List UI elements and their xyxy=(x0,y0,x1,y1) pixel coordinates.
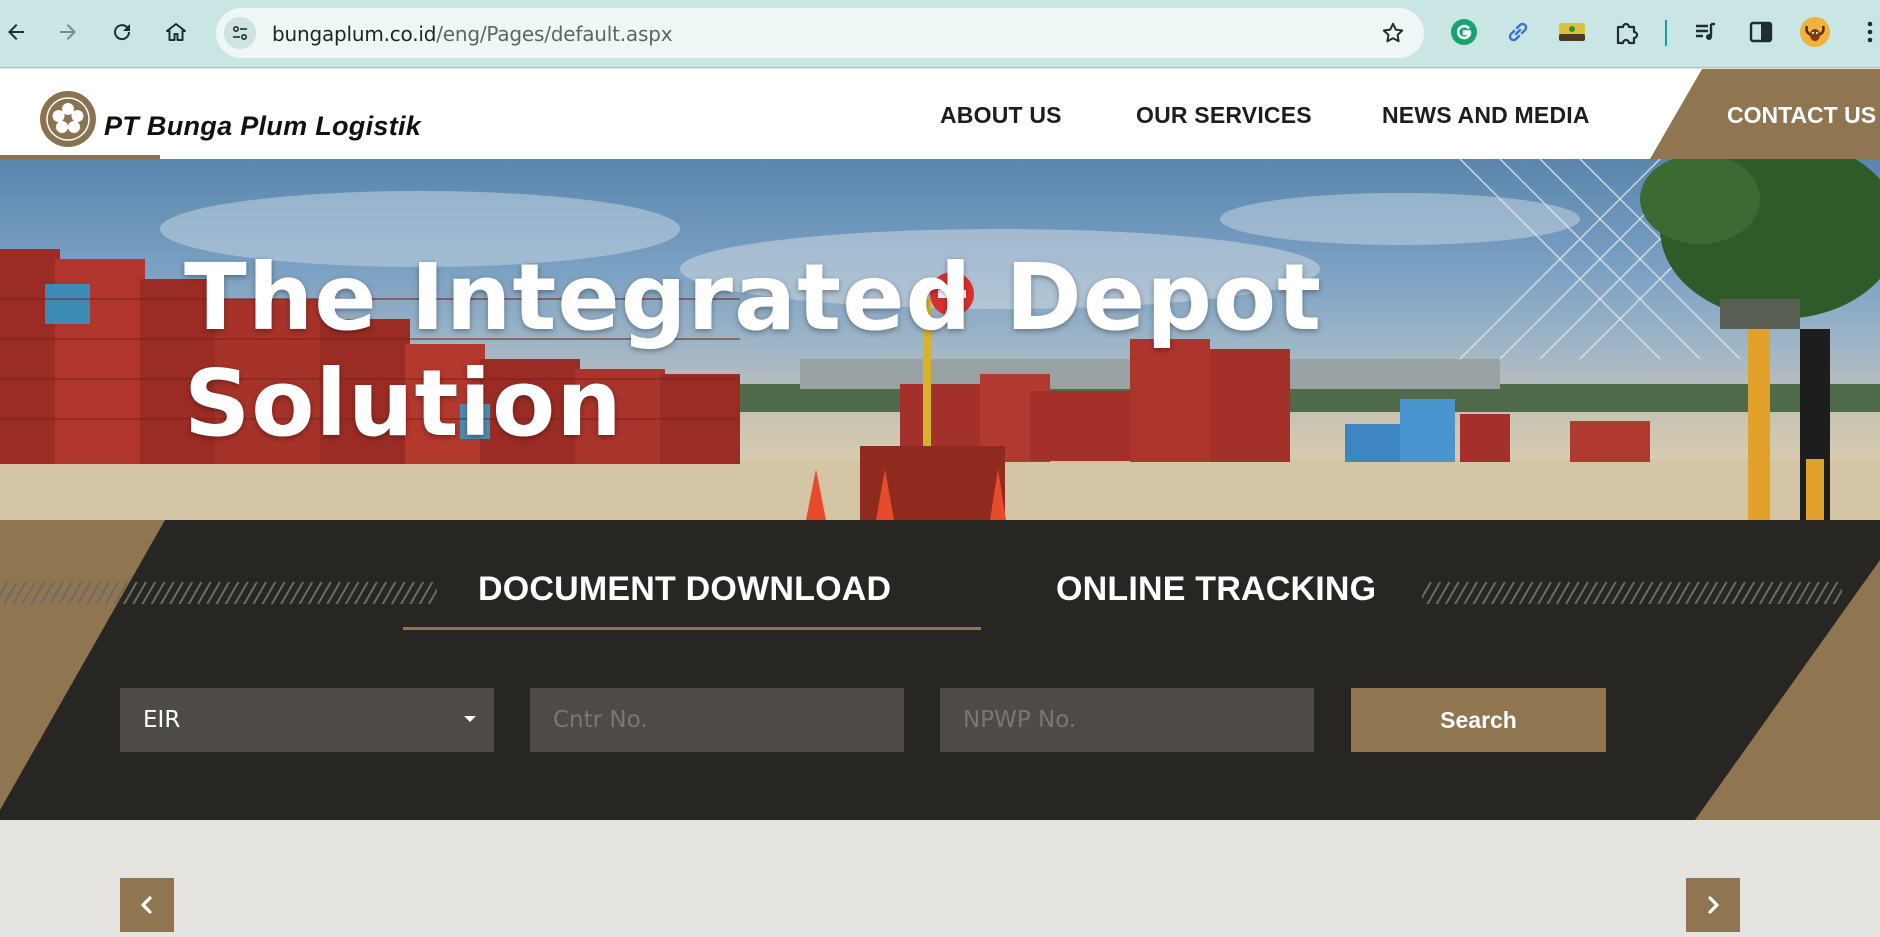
home-icon[interactable] xyxy=(158,14,194,50)
document-tracking-panel: DOCUMENT DOWNLOAD ONLINE TRACKING EIR Cn… xyxy=(0,520,1880,820)
browser-toolbar: bungaplum.co.id/eng/Pages/default.aspx xyxy=(0,0,1880,68)
left-accent-wedge xyxy=(0,520,165,810)
site-header: PT Bunga Plum Logistik ABOUT US OUR SERV… xyxy=(0,69,1880,159)
plum-blossom-logo-icon xyxy=(40,91,96,147)
grammarly-icon[interactable] xyxy=(1448,16,1480,48)
nav-contact-us-label: CONTACT US xyxy=(1727,102,1877,128)
url-text: bungaplum.co.id/eng/Pages/default.aspx xyxy=(272,22,673,46)
kebab-menu-icon[interactable] xyxy=(1854,16,1880,48)
right-accent-wedge xyxy=(1695,560,1880,820)
url-domain: bungaplum.co.id xyxy=(272,22,437,46)
hero-banner: The Integrated Depot Solution xyxy=(0,159,1880,520)
container-number-placeholder: Cntr No. xyxy=(553,707,648,733)
right-hatch-decoration xyxy=(1422,582,1842,604)
tab-online-tracking[interactable]: ONLINE TRACKING xyxy=(1056,570,1376,609)
active-tab-indicator xyxy=(403,627,981,630)
site-logo[interactable]: PT Bunga Plum Logistik xyxy=(40,91,421,147)
nav-about-us[interactable]: ABOUT US xyxy=(940,102,1062,129)
npwp-number-placeholder: NPWP No. xyxy=(963,707,1077,733)
address-bar[interactable]: bungaplum.co.id/eng/Pages/default.aspx xyxy=(216,8,1424,58)
document-type-value: EIR xyxy=(143,707,181,733)
hero-title-line-1: The Integrated Depot xyxy=(184,244,1323,351)
left-hatch-decoration xyxy=(0,582,437,604)
back-arrow-icon[interactable] xyxy=(0,14,34,50)
tune-icon[interactable] xyxy=(224,17,256,49)
toolbar-divider xyxy=(1665,20,1667,46)
chevron-left-icon xyxy=(141,896,152,914)
tab-document-download[interactable]: DOCUMENT DOWNLOAD xyxy=(478,570,891,609)
brand-name: PT Bunga Plum Logistik xyxy=(104,110,422,141)
document-type-select[interactable]: EIR xyxy=(120,688,494,752)
side-panel-icon[interactable] xyxy=(1745,16,1777,48)
url-path: /eng/Pages/default.aspx xyxy=(436,22,673,46)
carousel-next-button[interactable] xyxy=(1686,878,1740,932)
forward-arrow-icon[interactable] xyxy=(50,14,86,50)
puzzle-icon[interactable] xyxy=(1610,16,1642,48)
media-queue-icon[interactable] xyxy=(1690,16,1722,48)
nav-news-and-media[interactable]: NEWS AND MEDIA xyxy=(1382,102,1590,129)
reload-icon[interactable] xyxy=(104,14,140,50)
search-button[interactable]: Search xyxy=(1351,688,1606,752)
chevron-right-icon xyxy=(1708,896,1719,914)
nav-our-services[interactable]: OUR SERVICES xyxy=(1136,102,1312,129)
link-icon[interactable] xyxy=(1502,16,1534,48)
container-number-input[interactable]: Cntr No. xyxy=(530,688,904,752)
carousel-prev-button[interactable] xyxy=(120,878,174,932)
caret-down-icon xyxy=(464,716,476,722)
extension-app-icon[interactable] xyxy=(1556,16,1588,48)
npwp-number-input[interactable]: NPWP No. xyxy=(940,688,1314,752)
hero-title: The Integrated Depot Solution xyxy=(184,245,1384,457)
hero-title-line-2: Solution xyxy=(184,350,623,457)
profile-avatar-icon[interactable] xyxy=(1799,16,1831,48)
nav-contact-us[interactable]: CONTACT US xyxy=(1650,69,1880,159)
star-icon[interactable] xyxy=(1380,20,1406,46)
